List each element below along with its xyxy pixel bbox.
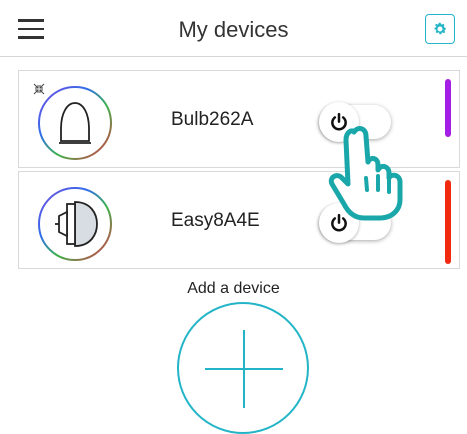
page-title: My devices — [178, 17, 289, 42]
status-color-bar — [445, 180, 451, 264]
add-device-label: Add a device — [187, 280, 280, 297]
gear-icon — [434, 22, 447, 35]
status-color-bar — [445, 79, 451, 137]
device-name: Bulb262A — [171, 109, 254, 130]
settings-button[interactable] — [425, 14, 455, 44]
app-header: My devices — [0, 0, 467, 57]
bulb-side-icon — [38, 187, 112, 261]
bulb-dome-icon — [38, 86, 112, 160]
add-device-button[interactable] — [177, 302, 309, 434]
device-name: Easy8A4E — [171, 210, 260, 231]
tap-hand-icon — [328, 126, 403, 221]
